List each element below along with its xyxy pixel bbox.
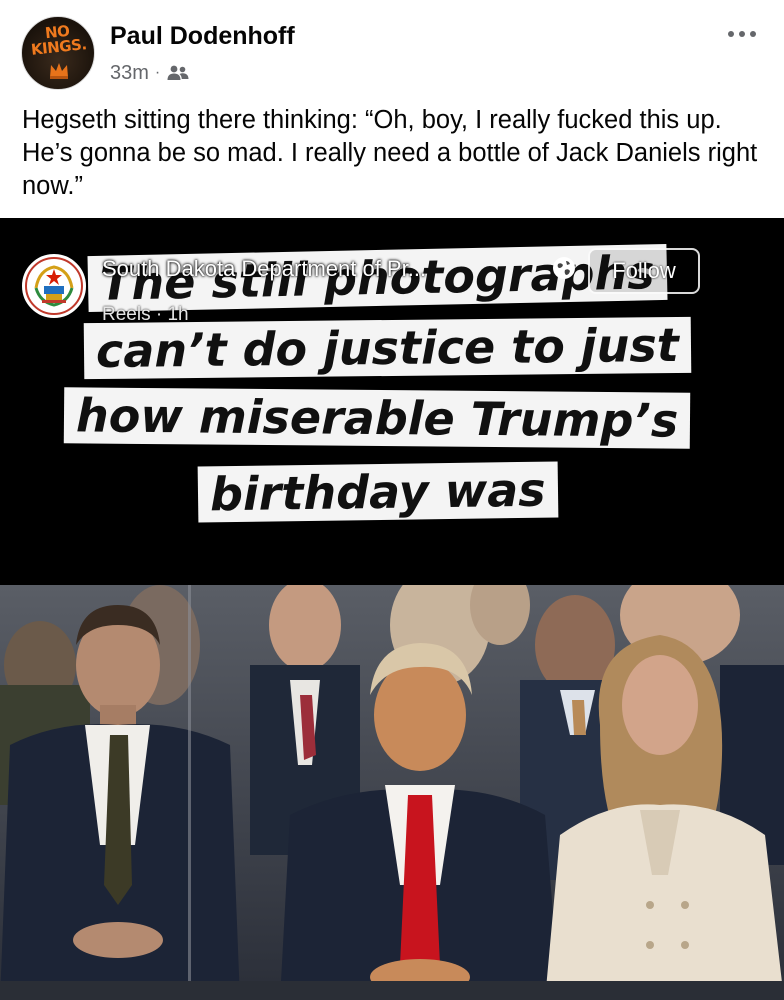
author-name[interactable]: Paul Dodenhoff	[110, 22, 295, 51]
page-avatar[interactable]	[22, 254, 86, 318]
post-text: Hegseth sitting there thinking: “Oh, boy…	[22, 106, 758, 200]
post-header: NO KINGS. Paul Dodenhoff 33m ·	[0, 0, 784, 100]
caption-line: how miserable Trump’s	[63, 387, 691, 449]
dot-icon	[728, 31, 734, 37]
dot-icon	[750, 31, 756, 37]
caption-line: birthday was	[197, 461, 558, 523]
reel-photo	[0, 585, 784, 1000]
crown-icon	[50, 63, 68, 79]
emblem-icon	[25, 257, 83, 315]
dot-icon	[739, 31, 745, 37]
friends-icon	[167, 65, 189, 80]
reel-page-header: South Dakota Department of Pr... Reels ·…	[22, 248, 762, 330]
page-name[interactable]: South Dakota Department of Pr...	[102, 256, 426, 282]
reel-media[interactable]: The still photographs can’t do justice t…	[0, 218, 784, 1000]
more-options-button[interactable]	[722, 20, 762, 48]
meta-separator: ·	[154, 64, 161, 81]
avatar-logo-text: NO KINGS.	[30, 21, 88, 59]
globe-icon	[553, 257, 575, 279]
post-meta: 33m ·	[110, 61, 190, 85]
follow-button[interactable]: Follow	[588, 248, 700, 294]
reel-meta: Reels · 1h	[102, 304, 189, 325]
post-time[interactable]: 33m	[110, 62, 149, 85]
author-avatar[interactable]: NO KINGS.	[21, 16, 95, 90]
